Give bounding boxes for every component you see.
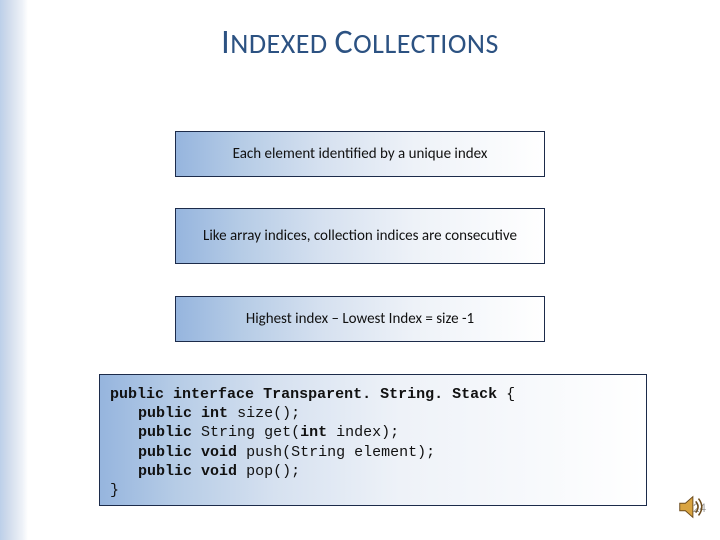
kw-public-4: public [138, 463, 192, 480]
left-accent-bar [0, 0, 28, 540]
kw-interface: interface [173, 386, 254, 403]
code-line-4: public void pop(); [110, 462, 300, 481]
code-box: public interface Transparent. String. St… [99, 374, 647, 506]
kw-public-0: public [110, 386, 164, 403]
m3-rest: element); [345, 444, 435, 461]
title-word-2: OLLECTIONS [353, 26, 499, 61]
info-box-3-text: Highest index – Lowest Index = size -1 [246, 310, 474, 329]
title-word-1: NDEXED [230, 26, 327, 61]
kw-public-2: public [138, 424, 192, 441]
slide: INDEXED COLLECTIONS Each element identif… [0, 0, 720, 540]
code-line-1: public int size(); [110, 404, 300, 423]
slide-title: INDEXED COLLECTIONS [0, 22, 720, 63]
brace-close: } [110, 482, 119, 499]
code-line-3: public void push(String element); [110, 443, 435, 462]
kw-int-2: int [300, 424, 327, 441]
kw-int-1: int [201, 405, 228, 422]
m2-rest: index); [327, 424, 399, 441]
m1: size(); [237, 405, 300, 422]
info-box-3: Highest index – Lowest Index = size -1 [175, 296, 545, 342]
title-space [328, 26, 335, 61]
info-box-1: Each element identified by a unique inde… [175, 131, 545, 177]
kw-public-1: public [138, 405, 192, 422]
m2-name: get( [264, 424, 300, 441]
kw-public-3: public [138, 444, 192, 461]
brace-open: { [506, 386, 515, 403]
ret-string-2: String [201, 424, 255, 441]
speaker-icon [676, 492, 706, 522]
info-box-2-text: Like array indices, collection indices a… [203, 227, 517, 246]
kw-void-4: void [201, 463, 237, 480]
code-line-2: public String get(int index); [110, 423, 399, 442]
arg-string-3: String [291, 444, 345, 461]
title-cap-1: I [221, 22, 230, 63]
class-name: Transparent. String. Stack [263, 386, 497, 403]
kw-void-3: void [201, 444, 237, 461]
info-box-2: Like array indices, collection indices a… [175, 208, 545, 264]
m4: pop(); [246, 463, 300, 480]
title-cap-2: C [335, 22, 354, 63]
m3-name: push( [246, 444, 291, 461]
info-box-1-text: Each element identified by a unique inde… [233, 145, 488, 164]
